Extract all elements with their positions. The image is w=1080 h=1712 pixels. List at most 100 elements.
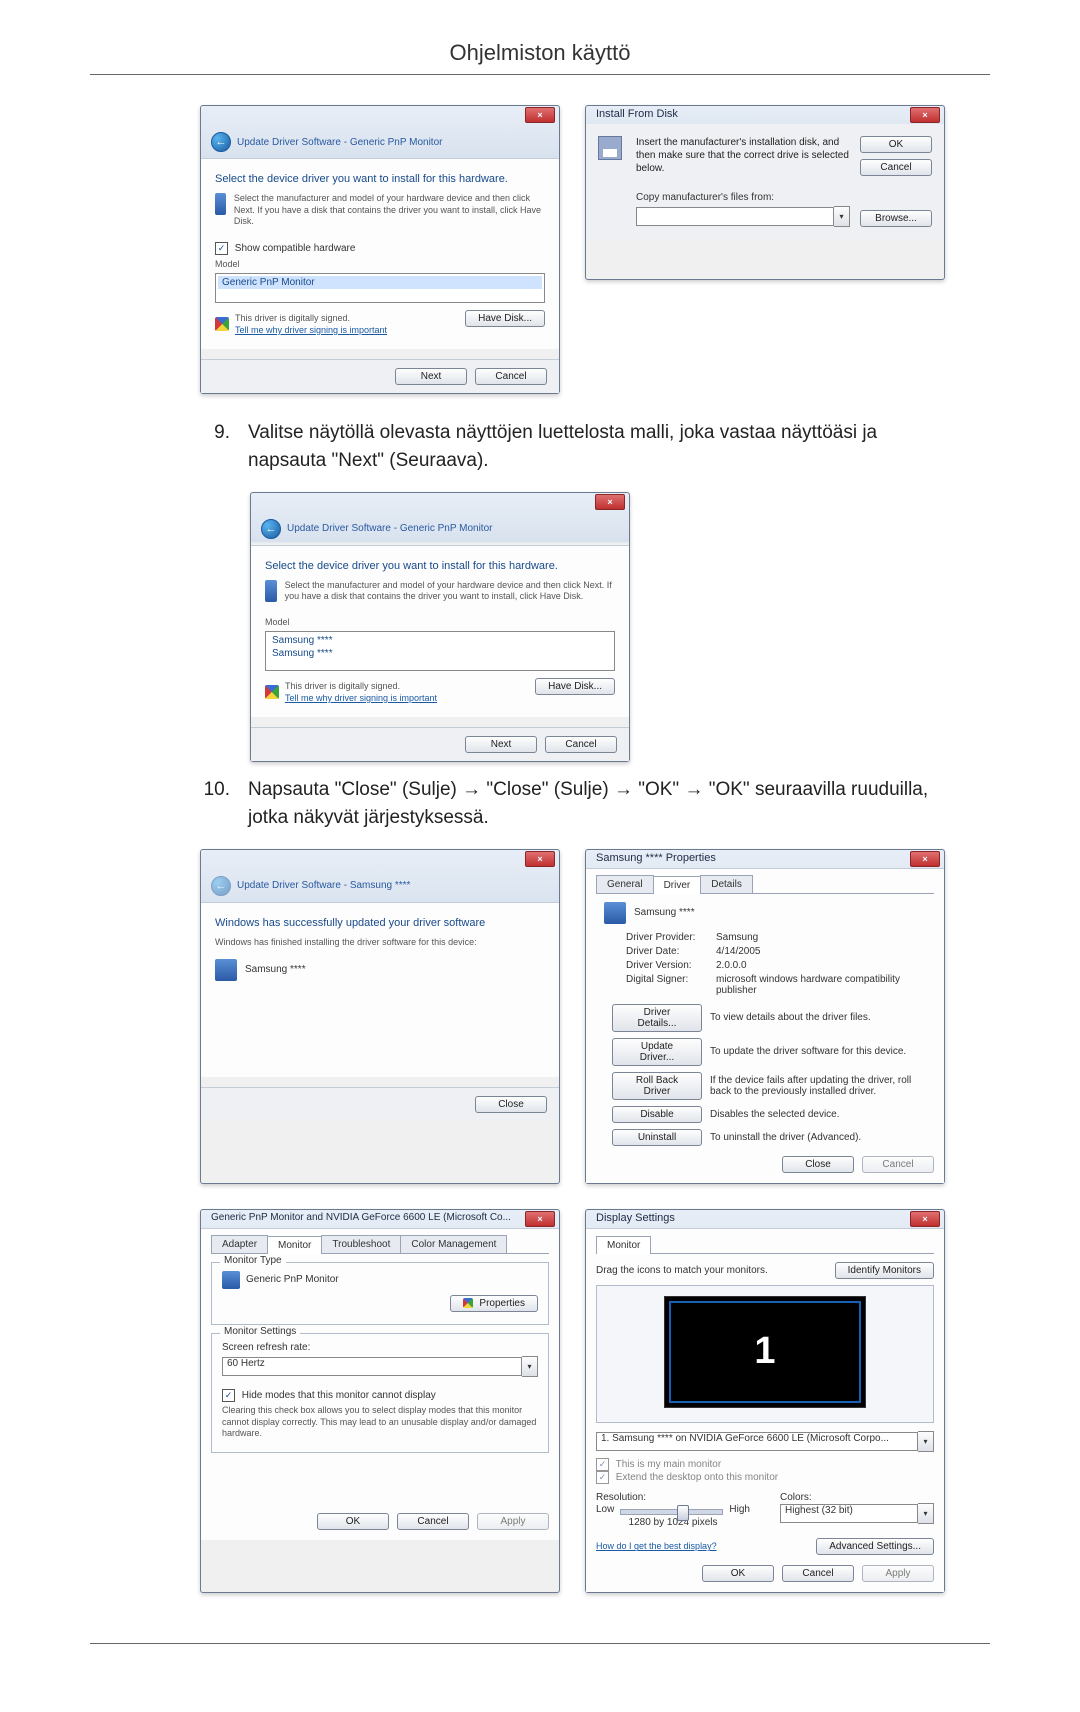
refresh-label: Screen refresh rate: [222, 1342, 538, 1353]
cancel-button[interactable]: Cancel [782, 1565, 854, 1582]
tab-monitor[interactable]: Monitor [267, 1236, 322, 1254]
dialog-title: Display Settings [596, 1212, 675, 1224]
hide-modes-checkbox[interactable]: ✓ [222, 1389, 235, 1402]
copy-from-label: Copy manufacturer's files from: [636, 192, 850, 203]
close-icon[interactable]: × [910, 1211, 940, 1227]
tab-monitor[interactable]: Monitor [596, 1236, 651, 1254]
close-icon[interactable]: × [910, 107, 940, 123]
ok-button[interactable]: OK [860, 136, 932, 153]
label-signer: Digital Signer: [626, 974, 716, 996]
advanced-button[interactable]: Advanced Settings... [816, 1538, 934, 1555]
cancel-button[interactable]: Cancel [545, 736, 617, 753]
dropdown-icon[interactable]: ▾ [834, 206, 850, 227]
cancel-button[interactable]: Cancel [397, 1513, 469, 1530]
update-driver-dialog-2: × ← Update Driver Software - Generic PnP… [250, 492, 630, 762]
tab-driver[interactable]: Driver [653, 876, 702, 894]
best-display-link[interactable]: How do I get the best display? [596, 1541, 717, 1551]
breadcrumb: Update Driver Software - Samsung **** [237, 880, 410, 891]
model-listbox[interactable]: Generic PnP Monitor [215, 273, 545, 303]
step-number: 10. [200, 776, 230, 833]
signing-link[interactable]: Tell me why driver signing is important [235, 325, 387, 335]
ok-button[interactable]: OK [702, 1565, 774, 1582]
browse-button[interactable]: Browse... [860, 210, 932, 227]
value-version: 2.0.0.0 [716, 960, 934, 971]
refresh-select[interactable]: 60 Hertz [222, 1357, 522, 1376]
back-icon[interactable]: ← [211, 132, 231, 152]
rollback-desc: If the device fails after updating the d… [710, 1075, 934, 1097]
disk-note: Insert the manufacturer's installation d… [636, 136, 850, 175]
display-settings-dialog: Display Settings × Monitor Drag the icon… [585, 1209, 945, 1593]
disable-desc: Disables the selected device. [710, 1109, 934, 1120]
close-button[interactable]: Close [475, 1096, 547, 1113]
header-rule [90, 74, 990, 75]
next-button[interactable]: Next [395, 368, 467, 385]
disable-button[interactable]: Disable [612, 1106, 702, 1123]
tab-general[interactable]: General [596, 875, 654, 893]
monitor-properties-dialog: Generic PnP Monitor and NVIDIA GeForce 6… [200, 1209, 560, 1593]
rollback-button[interactable]: Roll Back Driver [612, 1072, 702, 1100]
model-listbox[interactable]: Samsung **** Samsung **** [265, 631, 615, 671]
colors-select[interactable]: Highest (32 bit) [780, 1504, 918, 1523]
value-signer: microsoft windows hardware compatibility… [716, 974, 934, 996]
step-text: Napsauta "Close" (Sulje) → "Close" (Sulj… [248, 776, 950, 833]
resolution-label: Resolution: [596, 1492, 750, 1503]
path-input[interactable] [636, 207, 834, 226]
extend-label: Extend the desktop onto this monitor [616, 1472, 778, 1483]
finished-text: Windows has finished installing the driv… [215, 937, 545, 949]
dialog-title: Generic PnP Monitor and NVIDIA GeForce 6… [211, 1212, 511, 1223]
update-driver-button[interactable]: Update Driver... [612, 1038, 702, 1066]
cancel-button[interactable]: Cancel [475, 368, 547, 385]
footer-rule [90, 1643, 990, 1644]
close-icon[interactable]: × [525, 851, 555, 867]
properties-button[interactable]: Properties [450, 1295, 538, 1312]
colors-label: Colors: [780, 1492, 934, 1503]
cancel-button[interactable]: Cancel [860, 159, 932, 176]
res-low: Low [596, 1504, 614, 1515]
ok-button[interactable]: OK [317, 1513, 389, 1530]
identify-button[interactable]: Identify Monitors [835, 1262, 934, 1279]
uninstall-desc: To uninstall the driver (Advanced). [710, 1132, 934, 1143]
list-item[interactable]: Samsung **** [268, 634, 612, 647]
tab-troubleshoot[interactable]: Troubleshoot [321, 1235, 401, 1253]
step-number: 9. [200, 419, 230, 476]
apply-button: Apply [477, 1513, 549, 1530]
have-disk-button[interactable]: Have Disk... [535, 678, 615, 695]
step-10: 10. Napsauta "Close" (Sulje) → "Close" (… [200, 776, 950, 833]
close-icon[interactable]: × [595, 494, 625, 510]
dropdown-icon[interactable]: ▾ [918, 1431, 934, 1452]
back-icon[interactable]: ← [261, 519, 281, 539]
signed-text: This driver is digitally signed. [285, 681, 437, 693]
resolution-slider[interactable] [620, 1509, 723, 1515]
page-title: Ohjelmiston käyttö [90, 40, 990, 66]
tab-color[interactable]: Color Management [400, 1235, 507, 1253]
label-provider: Driver Provider: [626, 932, 716, 943]
dropdown-icon[interactable]: ▾ [522, 1356, 538, 1377]
show-compatible-checkbox[interactable]: ✓ [215, 242, 228, 255]
monitor-preview[interactable]: 1 [664, 1296, 866, 1408]
driver-details-button[interactable]: Driver Details... [612, 1004, 702, 1032]
uninstall-button[interactable]: Uninstall [612, 1129, 702, 1146]
label-date: Driver Date: [626, 946, 716, 957]
device-name: Samsung **** [634, 907, 695, 918]
close-button[interactable]: Close [782, 1156, 854, 1173]
signing-link[interactable]: Tell me why driver signing is important [285, 693, 437, 703]
show-compatible-label: Show compatible hardware [235, 243, 356, 254]
close-icon[interactable]: × [525, 107, 555, 123]
floppy-icon [598, 136, 622, 160]
model-header: Model [215, 259, 545, 269]
list-item[interactable]: Samsung **** [268, 647, 612, 660]
hide-modes-note: Clearing this check box allows you to se… [222, 1405, 538, 1440]
tab-adapter[interactable]: Adapter [211, 1235, 268, 1253]
close-icon[interactable]: × [525, 1211, 555, 1227]
monitor-select[interactable]: 1. Samsung **** on NVIDIA GeForce 6600 L… [596, 1432, 918, 1451]
tab-details[interactable]: Details [700, 875, 753, 893]
list-item[interactable]: Generic PnP Monitor [218, 276, 542, 289]
main-monitor-label: This is my main monitor [616, 1459, 722, 1470]
have-disk-button[interactable]: Have Disk... [465, 310, 545, 327]
device-icon [604, 902, 626, 924]
next-button[interactable]: Next [465, 736, 537, 753]
res-high: High [729, 1504, 750, 1515]
group-monitor-type: Monitor Type [220, 1255, 286, 1266]
dropdown-icon[interactable]: ▾ [918, 1503, 934, 1524]
close-icon[interactable]: × [910, 851, 940, 867]
